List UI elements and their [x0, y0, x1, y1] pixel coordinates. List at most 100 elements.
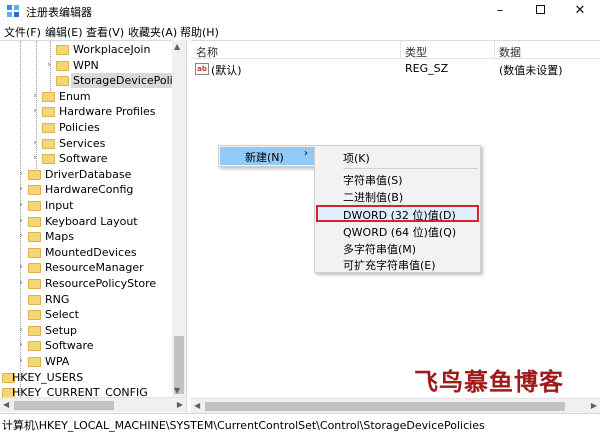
menu-item-new[interactable]: 新建(N) ›	[220, 147, 314, 165]
column-type[interactable]: 类型	[405, 44, 427, 60]
folder-icon	[28, 169, 41, 180]
context-menu: 新建(N) ›	[218, 145, 316, 167]
chevron-right-icon[interactable]: ›	[30, 136, 40, 151]
chevron-right-icon[interactable]: ›	[16, 198, 26, 213]
tree-item-label: Hardware Profiles	[59, 105, 156, 119]
new-submenu: 项(K) 字符串值(S) 二进制值(B) DWORD (32 位)值(D) QW…	[314, 145, 481, 273]
submenu-item-qword-value[interactable]: QWORD (64 位)值(Q)	[316, 223, 479, 239]
column-name[interactable]: 名称	[196, 44, 218, 60]
chevron-right-icon[interactable]: ›	[16, 338, 26, 353]
tree-item-label: WPA	[45, 355, 70, 368]
menu-view[interactable]: 查看(V)	[86, 24, 124, 40]
scroll-up-icon[interactable]: ▲	[174, 42, 180, 51]
tree-item-label: WorkplaceJoin	[73, 43, 151, 56]
tree-item-label: Setup	[45, 323, 78, 337]
tree-item-label: Enum	[59, 89, 91, 103]
folder-icon	[28, 357, 41, 367]
tree-item-label: Software	[59, 152, 108, 166]
folder-icon	[28, 201, 41, 211]
submenu-item-dword-value[interactable]: DWORD (32 位)值(D)	[316, 205, 479, 222]
window-title: 注册表编辑器	[26, 6, 92, 19]
registry-key-tree[interactable]: WorkplaceJoin › WPN StorageDevicePolicies › E…	[0, 40, 187, 413]
maximize-button[interactable]	[520, 0, 560, 22]
tree-item-label: DriverDatabase	[45, 167, 132, 181]
folder-icon	[42, 123, 55, 133]
list-item[interactable]: ab (默认) REG_SZ (数值未设置)	[191, 61, 600, 77]
chevron-right-icon[interactable]: ›	[16, 323, 26, 338]
tree-vertical-scrollbar[interactable]: ▲ ▼	[172, 40, 186, 397]
tree-item-label: MountedDevices	[45, 245, 137, 259]
close-button[interactable]: ✕	[560, 0, 600, 22]
folder-icon	[28, 185, 41, 196]
chevron-right-icon[interactable]: ›	[16, 276, 26, 291]
watermark-text: 飞鸟慕鱼博客	[414, 367, 564, 396]
folder-icon	[42, 107, 55, 118]
folder-icon	[42, 138, 55, 149]
menu-help[interactable]: 帮助(H)	[180, 24, 219, 40]
menu-item-label: 多字符串值(M)	[343, 243, 417, 256]
menu-favorites[interactable]: 收藏夹(A)	[128, 24, 177, 40]
submenu-item-multi-string-value[interactable]: 多字符串值(M)	[316, 240, 479, 256]
chevron-right-icon[interactable]: ›	[16, 167, 26, 182]
tree-item-label: StorageDevicePolicies	[71, 73, 186, 89]
scroll-right-icon[interactable]: ▶	[591, 401, 597, 410]
column-separator	[494, 41, 495, 59]
scroll-thumb[interactable]	[14, 401, 114, 410]
tree-horizontal-scrollbar[interactable]: ◀ ▶	[0, 397, 186, 412]
tree-item-label: ResourceManager	[45, 261, 144, 275]
chevron-right-icon[interactable]: ›	[30, 151, 40, 166]
chevron-right-icon[interactable]: ›	[30, 104, 40, 119]
tree-item-label: HardwareConfig	[45, 183, 134, 197]
folder-icon	[56, 60, 69, 71]
tree-item-label: Maps	[45, 230, 74, 244]
menu-separator	[343, 168, 478, 169]
chevron-right-icon[interactable]: ›	[16, 260, 26, 275]
scroll-thumb[interactable]	[205, 402, 565, 411]
scroll-left-icon[interactable]: ◀	[194, 401, 200, 410]
scroll-down-icon[interactable]: ▼	[174, 386, 180, 395]
tree-item-label: Software	[45, 339, 94, 353]
folder-icon	[42, 91, 55, 102]
folder-icon	[28, 341, 41, 352]
menu-item-label: 二进制值(B)	[343, 191, 404, 204]
menu-bar: 文件(F) 编辑(E) 查看(V) 收藏夹(A) 帮助(H)	[0, 22, 600, 40]
menu-item-label: 可扩充字符串值(E)	[343, 259, 436, 272]
current-key-path: 计算机\HKEY_LOCAL_MACHINE\SYSTEM\CurrentCon…	[2, 419, 485, 432]
folder-icon	[28, 216, 41, 227]
scroll-right-icon[interactable]: ▶	[177, 400, 183, 409]
string-value-icon: ab	[195, 63, 209, 75]
submenu-item-string-value[interactable]: 字符串值(S)	[316, 171, 479, 187]
chevron-right-icon: ›	[304, 148, 308, 159]
value-type: REG_SZ	[405, 62, 449, 75]
menu-file[interactable]: 文件(F)	[4, 24, 41, 40]
chevron-right-icon[interactable]: ›	[30, 89, 40, 104]
status-bar: 计算机\HKEY_LOCAL_MACHINE\SYSTEM\CurrentCon…	[0, 413, 600, 433]
column-separator	[400, 41, 401, 59]
tree-item-label: Input	[45, 199, 74, 212]
tree-item-label: ResourcePolicyStore	[45, 277, 157, 290]
submenu-item-binary-value[interactable]: 二进制值(B)	[316, 188, 479, 204]
tree-item-label: RNG	[45, 292, 70, 306]
menu-edit[interactable]: 编辑(E)	[45, 24, 83, 40]
folder-icon	[28, 263, 41, 274]
folder-icon	[42, 154, 55, 165]
submenu-item-expandable-string-value[interactable]: 可扩充字符串值(E)	[316, 256, 479, 272]
chevron-right-icon[interactable]: ›	[16, 354, 26, 369]
column-data[interactable]: 数据	[499, 44, 521, 60]
folder-icon	[28, 247, 41, 258]
scroll-left-icon[interactable]: ◀	[3, 400, 9, 409]
registry-editor-icon	[7, 5, 19, 17]
chevron-right-icon[interactable]: ›	[16, 229, 26, 244]
minimize-button[interactable]: –	[480, 0, 520, 22]
value-name: (默认)	[211, 64, 242, 77]
tree-item-label: Policies	[59, 121, 100, 134]
submenu-item-key[interactable]: 项(K)	[316, 149, 479, 165]
chevron-right-icon[interactable]: ›	[16, 214, 26, 229]
folder-icon	[28, 294, 41, 305]
list-horizontal-scrollbar[interactable]: ◀ ▶	[191, 398, 600, 413]
menu-item-label: DWORD (32 位)值(D)	[343, 209, 456, 222]
chevron-right-icon[interactable]: ›	[16, 182, 26, 197]
chevron-right-icon[interactable]: ›	[44, 58, 54, 73]
tree-item-label: WPN	[73, 58, 99, 72]
value-data: (数值未设置)	[499, 64, 563, 77]
